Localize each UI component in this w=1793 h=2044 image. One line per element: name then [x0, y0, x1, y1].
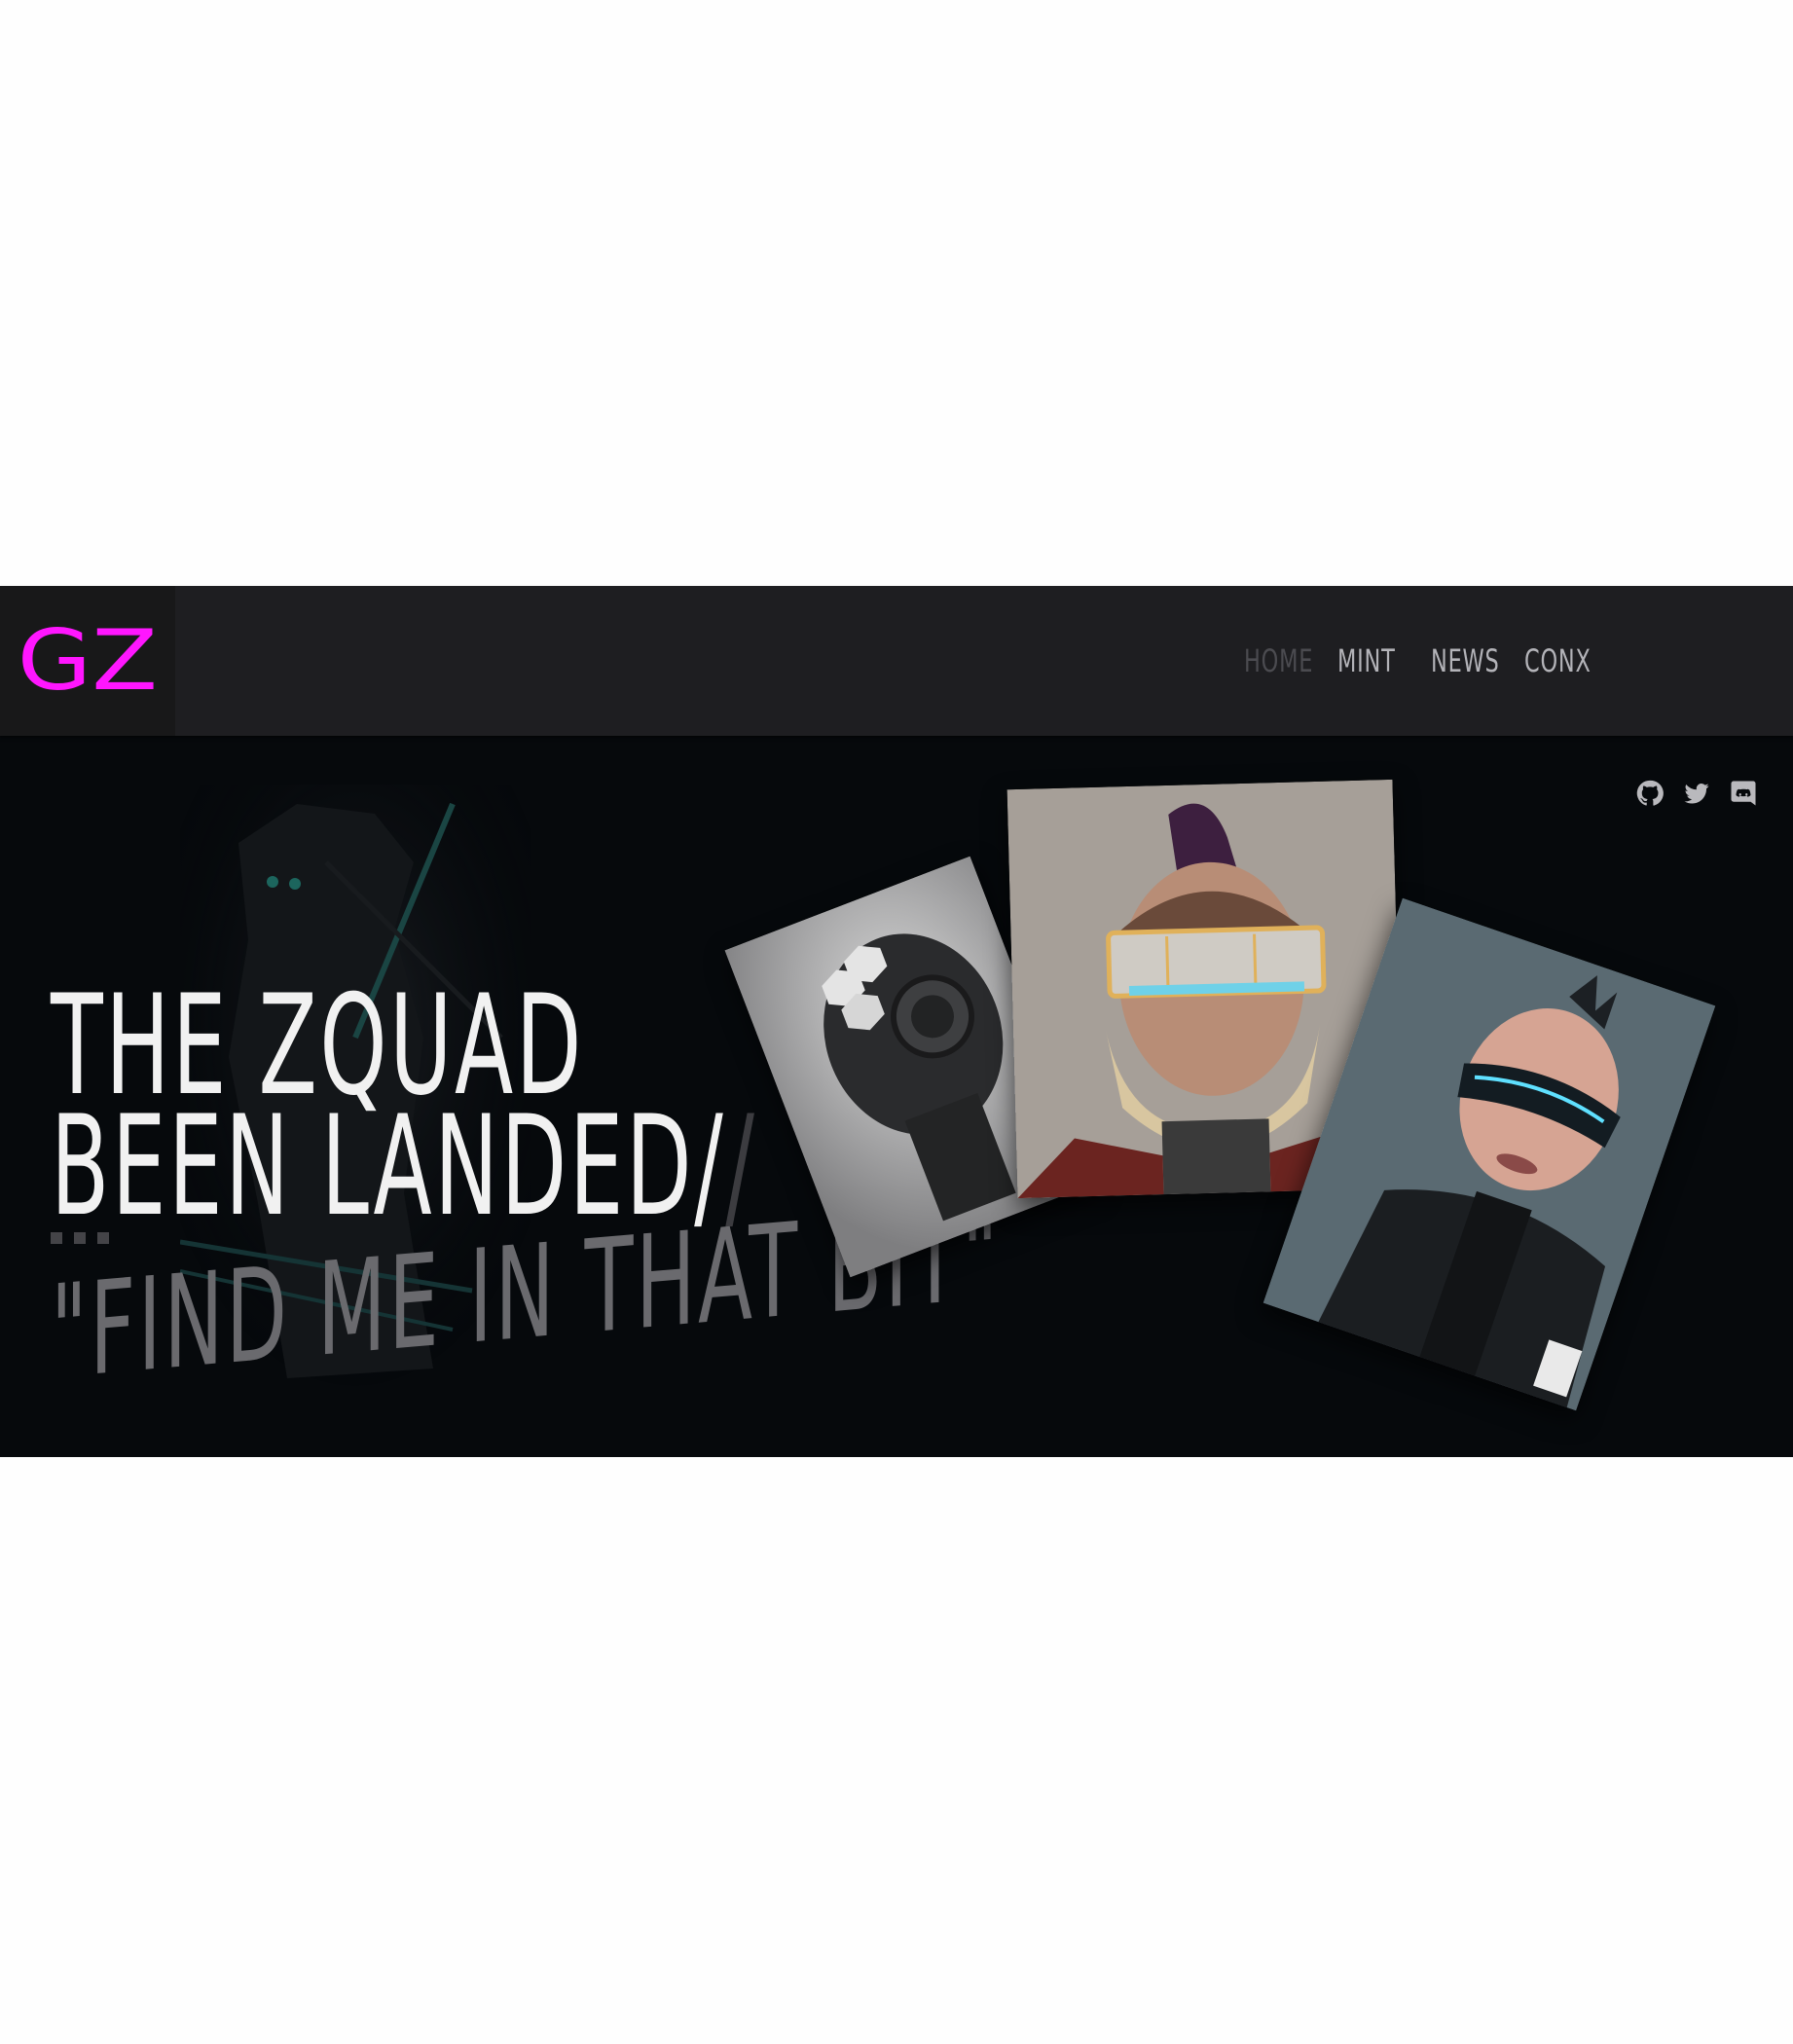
ellipsis-dots	[51, 1223, 128, 1252]
main-nav: HOME MINT NEWS CONX	[1244, 642, 1591, 679]
nav-conx[interactable]: CONX	[1524, 642, 1591, 679]
nav-news[interactable]: NEWS	[1431, 642, 1499, 679]
nav-home[interactable]: HOME	[1244, 642, 1312, 679]
twitter-icon[interactable]	[1682, 779, 1711, 808]
logo-link[interactable]: GZ	[0, 586, 175, 736]
logo-text: GZ	[17, 612, 159, 710]
nav-mint[interactable]: MINT	[1337, 642, 1395, 679]
social-links	[1635, 779, 1758, 808]
site: GZ HOME MINT NEWS CONX THE ZQUAD BEEN LA…	[0, 586, 1793, 1457]
github-icon[interactable]	[1635, 779, 1665, 808]
hero-section: THE ZQUAD BEEN LANDED// "FIND ME IN THAT…	[0, 736, 1793, 1457]
top-navbar: GZ HOME MINT NEWS CONX	[0, 586, 1793, 736]
discord-icon[interactable]	[1729, 779, 1758, 808]
